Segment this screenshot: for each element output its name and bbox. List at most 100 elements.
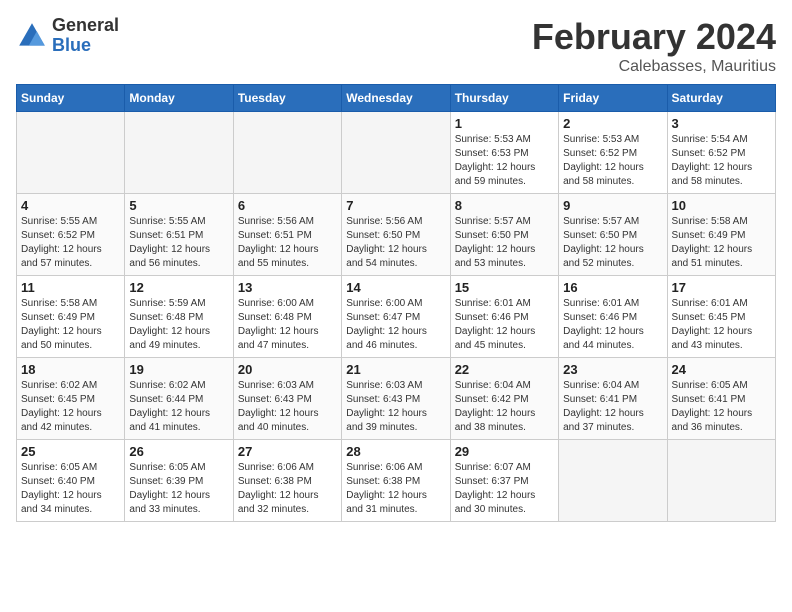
day-number: 13: [238, 280, 337, 295]
day-cell: 26Sunrise: 6:05 AM Sunset: 6:39 PM Dayli…: [125, 440, 233, 522]
day-cell: 28 Sunrise: 6:06 AM Sunset: 6:38 PM Dayli…: [342, 440, 450, 522]
title-area: February 2024 Calebasses, Mauritius: [532, 16, 776, 76]
day-number: 18: [21, 362, 120, 377]
day-number: 6: [238, 198, 337, 213]
calendar-header: SundayMondayTuesdayWednesdayThursdayFrid…: [17, 85, 776, 112]
day-cell: [667, 440, 775, 522]
day-number: 25: [21, 444, 120, 459]
day-cell: 22 Sunrise: 6:04 AM Sunset: 6:42 PM Dayli…: [450, 358, 558, 440]
header-cell-friday: Friday: [559, 85, 667, 112]
day-detail: Sunrise: 6:02 AM Sunset: 6:44 PM Dayligh…: [129, 379, 228, 435]
calendar-table: SundayMondayTuesdayWednesdayThursdayFrid…: [16, 84, 776, 522]
day-cell: 7Sunrise: 5:56 AM Sunset: 6:50 PM Daylig…: [342, 194, 450, 276]
day-cell: 24 Sunrise: 6:05 AM Sunset: 6:41 PM Dayli…: [667, 358, 775, 440]
logo-blue-text: Blue: [52, 36, 119, 56]
day-cell: 13 Sunrise: 6:00 AM Sunset: 6:48 PM Dayli…: [233, 276, 341, 358]
day-cell: 9 Sunrise: 5:57 AM Sunset: 6:50 PM Daylig…: [559, 194, 667, 276]
day-detail: Sunrise: 6:06 AM Sunset: 6:38 PM Dayligh…: [346, 461, 445, 517]
day-detail: Sunrise: 5:57 AM Sunset: 6:50 PM Dayligh…: [563, 215, 662, 271]
day-cell: 11Sunrise: 5:58 AM Sunset: 6:49 PM Dayli…: [17, 276, 125, 358]
day-cell: 20 Sunrise: 6:03 AM Sunset: 6:43 PM Dayli…: [233, 358, 341, 440]
day-number: 2: [563, 116, 662, 131]
day-cell: 3 Sunrise: 5:54 AM Sunset: 6:52 PM Daylig…: [667, 112, 775, 194]
day-detail: Sunrise: 6:01 AM Sunset: 6:46 PM Dayligh…: [455, 297, 554, 353]
day-cell: 16Sunrise: 6:01 AM Sunset: 6:46 PM Dayli…: [559, 276, 667, 358]
day-cell: [125, 112, 233, 194]
header-cell-thursday: Thursday: [450, 85, 558, 112]
day-detail: Sunrise: 6:05 AM Sunset: 6:40 PM Dayligh…: [21, 461, 120, 517]
day-detail: Sunrise: 5:56 AM Sunset: 6:51 PM Dayligh…: [238, 215, 337, 271]
day-detail: Sunrise: 6:01 AM Sunset: 6:46 PM Dayligh…: [563, 297, 662, 353]
day-cell: 5Sunrise: 5:55 AM Sunset: 6:51 PM Daylig…: [125, 194, 233, 276]
week-row-1: 4 Sunrise: 5:55 AM Sunset: 6:52 PM Daylig…: [17, 194, 776, 276]
day-detail: Sunrise: 6:02 AM Sunset: 6:45 PM Dayligh…: [21, 379, 120, 435]
day-detail: Sunrise: 6:03 AM Sunset: 6:43 PM Dayligh…: [346, 379, 445, 435]
logo-general-text: General: [52, 16, 119, 36]
day-number: 24: [672, 362, 771, 377]
day-cell: 6 Sunrise: 5:56 AM Sunset: 6:51 PM Daylig…: [233, 194, 341, 276]
calendar-title: February 2024: [532, 16, 776, 58]
day-detail: Sunrise: 5:54 AM Sunset: 6:52 PM Dayligh…: [672, 133, 771, 189]
day-cell: 8 Sunrise: 5:57 AM Sunset: 6:50 PM Daylig…: [450, 194, 558, 276]
day-cell: 10Sunrise: 5:58 AM Sunset: 6:49 PM Dayli…: [667, 194, 775, 276]
day-number: 27: [238, 444, 337, 459]
day-detail: Sunrise: 5:55 AM Sunset: 6:52 PM Dayligh…: [21, 215, 120, 271]
calendar-body: 1Sunrise: 5:53 AM Sunset: 6:53 PM Daylig…: [17, 112, 776, 522]
day-number: 17: [672, 280, 771, 295]
day-detail: Sunrise: 6:05 AM Sunset: 6:41 PM Dayligh…: [672, 379, 771, 435]
day-cell: [17, 112, 125, 194]
day-cell: 1Sunrise: 5:53 AM Sunset: 6:53 PM Daylig…: [450, 112, 558, 194]
day-number: 9: [563, 198, 662, 213]
week-row-2: 11Sunrise: 5:58 AM Sunset: 6:49 PM Dayli…: [17, 276, 776, 358]
header-cell-monday: Monday: [125, 85, 233, 112]
day-number: 12: [129, 280, 228, 295]
day-cell: 14Sunrise: 6:00 AM Sunset: 6:47 PM Dayli…: [342, 276, 450, 358]
day-cell: 4 Sunrise: 5:55 AM Sunset: 6:52 PM Daylig…: [17, 194, 125, 276]
day-cell: 15 Sunrise: 6:01 AM Sunset: 6:46 PM Dayli…: [450, 276, 558, 358]
week-row-4: 25 Sunrise: 6:05 AM Sunset: 6:40 PM Dayli…: [17, 440, 776, 522]
day-number: 5: [129, 198, 228, 213]
week-row-3: 18 Sunrise: 6:02 AM Sunset: 6:45 PM Dayli…: [17, 358, 776, 440]
day-number: 20: [238, 362, 337, 377]
day-number: 8: [455, 198, 554, 213]
day-cell: 25 Sunrise: 6:05 AM Sunset: 6:40 PM Dayli…: [17, 440, 125, 522]
day-detail: Sunrise: 6:00 AM Sunset: 6:48 PM Dayligh…: [238, 297, 337, 353]
day-cell: [233, 112, 341, 194]
header-cell-tuesday: Tuesday: [233, 85, 341, 112]
day-number: 23: [563, 362, 662, 377]
day-number: 21: [346, 362, 445, 377]
day-number: 7: [346, 198, 445, 213]
day-detail: Sunrise: 6:01 AM Sunset: 6:45 PM Dayligh…: [672, 297, 771, 353]
day-detail: Sunrise: 6:00 AM Sunset: 6:47 PM Dayligh…: [346, 297, 445, 353]
day-number: 4: [21, 198, 120, 213]
header-cell-sunday: Sunday: [17, 85, 125, 112]
day-number: 15: [455, 280, 554, 295]
day-cell: 27 Sunrise: 6:06 AM Sunset: 6:38 PM Dayli…: [233, 440, 341, 522]
header-row: SundayMondayTuesdayWednesdayThursdayFrid…: [17, 85, 776, 112]
day-cell: 29 Sunrise: 6:07 AM Sunset: 6:37 PM Dayli…: [450, 440, 558, 522]
calendar-subtitle: Calebasses, Mauritius: [532, 58, 776, 76]
day-cell: [559, 440, 667, 522]
day-number: 22: [455, 362, 554, 377]
day-number: 10: [672, 198, 771, 213]
day-number: 28: [346, 444, 445, 459]
day-detail: Sunrise: 6:03 AM Sunset: 6:43 PM Dayligh…: [238, 379, 337, 435]
day-detail: Sunrise: 6:04 AM Sunset: 6:41 PM Dayligh…: [563, 379, 662, 435]
logo-icon: [16, 20, 48, 52]
day-cell: 2 Sunrise: 5:53 AM Sunset: 6:52 PM Daylig…: [559, 112, 667, 194]
day-detail: Sunrise: 6:07 AM Sunset: 6:37 PM Dayligh…: [455, 461, 554, 517]
day-cell: [342, 112, 450, 194]
day-detail: Sunrise: 6:06 AM Sunset: 6:38 PM Dayligh…: [238, 461, 337, 517]
header-cell-saturday: Saturday: [667, 85, 775, 112]
header-cell-wednesday: Wednesday: [342, 85, 450, 112]
day-number: 3: [672, 116, 771, 131]
header: General Blue February 2024 Calebasses, M…: [16, 16, 776, 76]
day-detail: Sunrise: 6:05 AM Sunset: 6:39 PM Dayligh…: [129, 461, 228, 517]
day-number: 19: [129, 362, 228, 377]
week-row-0: 1Sunrise: 5:53 AM Sunset: 6:53 PM Daylig…: [17, 112, 776, 194]
day-detail: Sunrise: 5:53 AM Sunset: 6:52 PM Dayligh…: [563, 133, 662, 189]
day-detail: Sunrise: 6:04 AM Sunset: 6:42 PM Dayligh…: [455, 379, 554, 435]
day-number: 11: [21, 280, 120, 295]
day-detail: Sunrise: 5:57 AM Sunset: 6:50 PM Dayligh…: [455, 215, 554, 271]
day-number: 29: [455, 444, 554, 459]
